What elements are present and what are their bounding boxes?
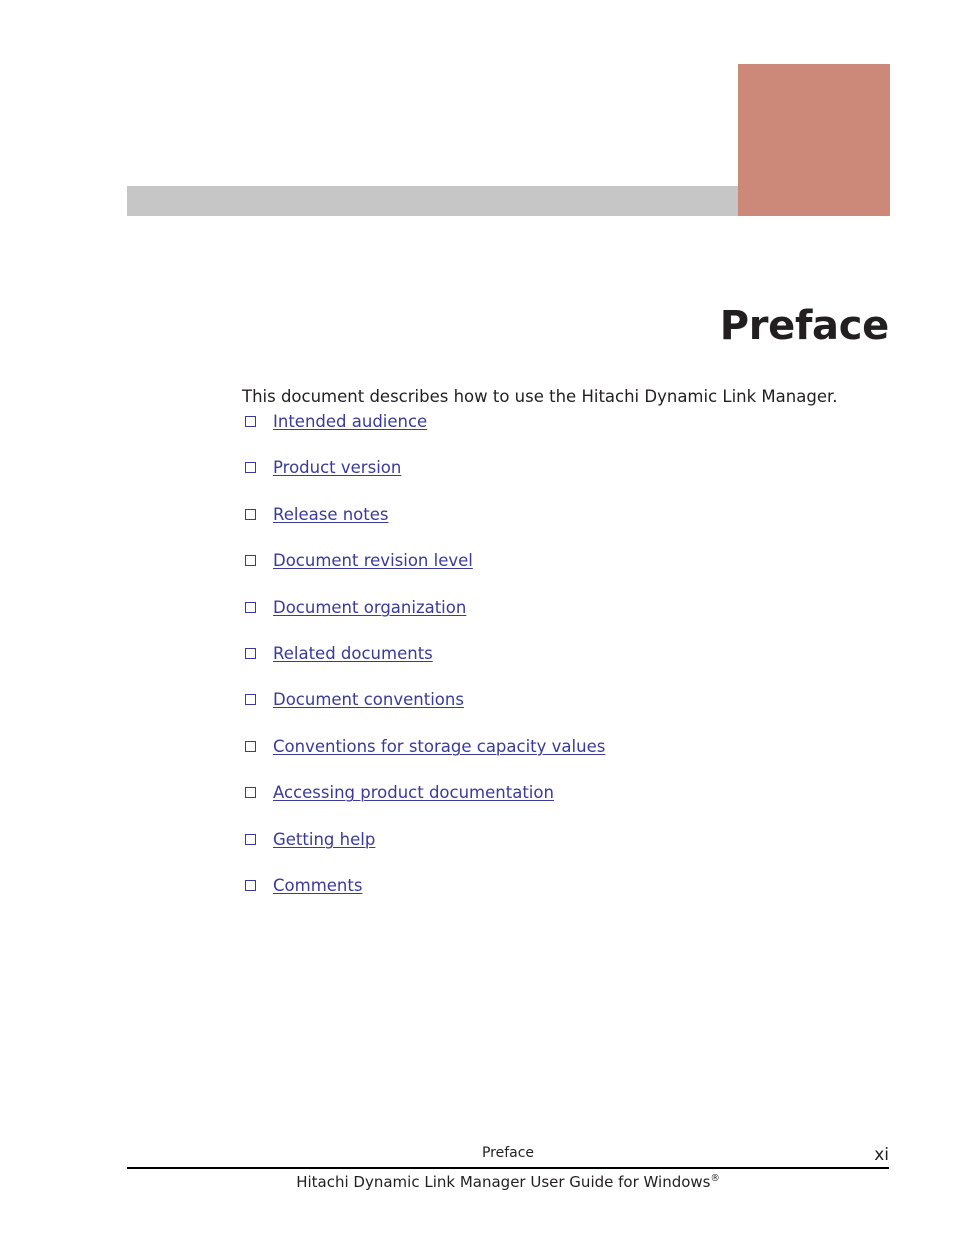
chapter-contents-list: Intended audience Product version Releas… (242, 411, 882, 921)
toc-link-getting-help[interactable]: Getting help (273, 829, 375, 851)
footer-running-head: Preface (481, 1145, 535, 1161)
hollow-square-bullet-icon (245, 787, 256, 799)
list-item[interactable]: Release notes (242, 504, 882, 550)
header-gray-bar (127, 186, 738, 216)
list-item[interactable]: Product version (242, 457, 882, 503)
footer-page-number: xi (874, 1145, 889, 1165)
list-item[interactable]: Accessing product documentation (242, 782, 882, 828)
hollow-square-bullet-icon (245, 879, 256, 891)
footer-divider (127, 1167, 889, 1169)
list-item[interactable]: Document revision level (242, 550, 882, 596)
header-accent-block (738, 64, 890, 216)
document-page: Preface This document describes how to u… (0, 0, 954, 1235)
toc-link-comments[interactable]: Comments (273, 875, 362, 897)
toc-link-product-version[interactable]: Product version (273, 457, 401, 479)
list-item[interactable]: Document conventions (242, 689, 882, 735)
list-item[interactable]: Intended audience (242, 411, 882, 457)
hollow-square-bullet-icon (245, 508, 256, 520)
hollow-square-bullet-icon (245, 647, 256, 659)
toc-link-document-revision-level[interactable]: Document revision level (273, 550, 473, 572)
footer-document-title-text: Hitachi Dynamic Link Manager User Guide … (296, 1173, 711, 1191)
toc-link-document-organization[interactable]: Document organization (273, 597, 466, 619)
registered-trademark-icon: ® (710, 1173, 720, 1184)
toc-link-related-documents[interactable]: Related documents (273, 643, 433, 665)
page-title: Preface (719, 302, 890, 349)
toc-link-conventions-for-storage-capacity-values[interactable]: Conventions for storage capacity values (273, 736, 605, 758)
toc-link-intended-audience[interactable]: Intended audience (273, 411, 427, 433)
hollow-square-bullet-icon (245, 740, 256, 752)
hollow-square-bullet-icon (245, 833, 256, 845)
list-item[interactable]: Comments (242, 875, 882, 921)
list-item[interactable]: Conventions for storage capacity values (242, 736, 882, 782)
list-item[interactable]: Getting help (242, 829, 882, 875)
list-item[interactable]: Related documents (242, 643, 882, 689)
hollow-square-bullet-icon (245, 462, 256, 474)
toc-link-document-conventions[interactable]: Document conventions (273, 689, 464, 711)
hollow-square-bullet-icon (245, 555, 256, 567)
hollow-square-bullet-icon (245, 416, 256, 427)
page-footer: Preface xi Hitachi Dynamic Link Manager … (127, 1143, 889, 1203)
footer-document-title: Hitachi Dynamic Link Manager User Guide … (127, 1171, 889, 1193)
toc-link-accessing-product-documentation[interactable]: Accessing product documentation (273, 782, 554, 804)
toc-link-release-notes[interactable]: Release notes (273, 504, 388, 526)
hollow-square-bullet-icon (245, 601, 256, 613)
intro-paragraph: This document describes how to use the H… (242, 386, 838, 406)
hollow-square-bullet-icon (245, 694, 256, 706)
list-item[interactable]: Document organization (242, 597, 882, 643)
